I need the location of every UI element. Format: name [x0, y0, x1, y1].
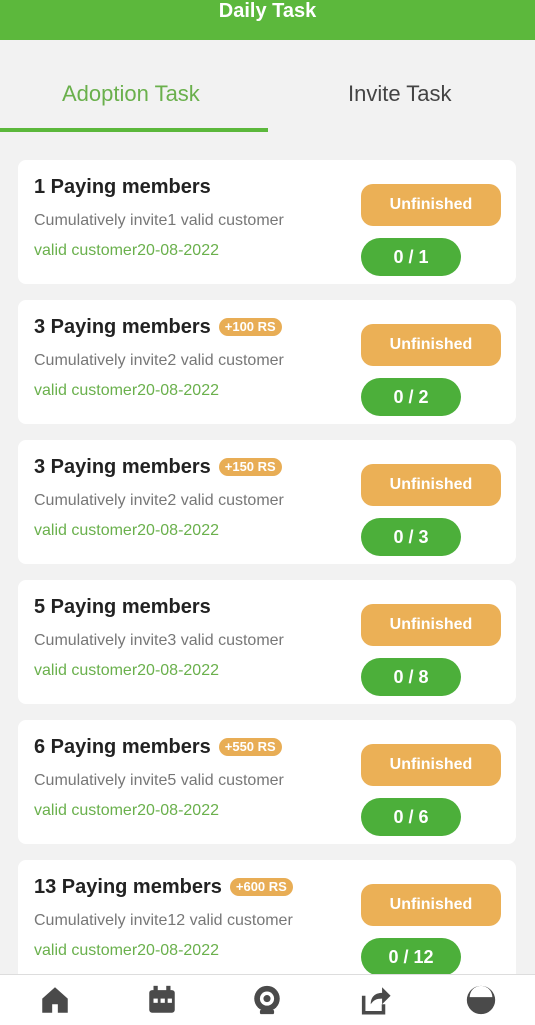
status-button[interactable]: Unfinished: [361, 744, 501, 786]
progress-badge: 0 / 3: [361, 518, 461, 556]
task-date: valid customer20-08-2022: [34, 242, 219, 259]
page-title: Daily Task: [218, 0, 317, 22]
task-description: Cumulatively invite1 valid customer: [34, 212, 284, 229]
task-date: valid customer20-08-2022: [34, 942, 219, 959]
bonus-badge: +100 RS: [218, 318, 282, 336]
task-description: Cumulatively invite2 valid customer: [34, 492, 284, 509]
camera-icon: [254, 985, 280, 1015]
task-description: Cumulatively invite2 valid customer: [34, 352, 284, 369]
task-description: Cumulatively invite12 valid customer: [34, 912, 293, 929]
task-name: 13 Paying members +600 RS: [34, 876, 293, 899]
nav-share[interactable]: [358, 983, 392, 1017]
progress-badge: 0 / 1: [361, 238, 461, 276]
task-name: 3 Paying members +100 RS: [34, 316, 282, 339]
task-name: 6 Paying members +550 RS: [34, 736, 282, 759]
progress-badge: 0 / 12: [361, 938, 461, 976]
task-tabs: Adoption Task Invite Task: [0, 40, 535, 135]
task-description: Cumulatively invite3 valid customer: [34, 632, 284, 649]
task-name: 3 Paying members +150 RS: [34, 456, 282, 479]
nav-calendar[interactable]: [145, 983, 179, 1017]
task-card: 3 Paying members +100 RS Cumulatively inv…: [18, 300, 516, 424]
status-button[interactable]: Unfinished: [361, 464, 501, 506]
task-name: 5 Paying members: [34, 596, 211, 619]
active-tab-indicator: [0, 128, 268, 132]
nav-home[interactable]: [38, 983, 72, 1017]
home-icon: [42, 987, 68, 1013]
task-date: valid customer20-08-2022: [34, 382, 219, 399]
status-button[interactable]: Unfinished: [361, 884, 501, 926]
status-button[interactable]: Unfinished: [361, 184, 501, 226]
task-name: 1 Paying members: [34, 176, 211, 199]
app-header: Daily Task: [0, 0, 535, 40]
profile-icon: [466, 985, 496, 1015]
progress-badge: 0 / 6: [361, 798, 461, 836]
task-name-text: 1 Paying members: [34, 176, 211, 198]
task-card: 1 Paying members Cumulatively invite1 va…: [18, 160, 516, 284]
status-button[interactable]: Unfinished: [361, 604, 501, 646]
status-button[interactable]: Unfinished: [361, 324, 501, 366]
nav-camera[interactable]: [250, 983, 284, 1017]
task-date: valid customer20-08-2022: [34, 522, 219, 539]
nav-profile[interactable]: [464, 983, 498, 1017]
task-date: valid customer20-08-2022: [34, 662, 219, 679]
task-name-text: 6 Paying members: [34, 736, 211, 758]
share-icon: [361, 987, 391, 1015]
task-card: 13 Paying members +600 RS Cumulatively in…: [18, 860, 516, 984]
task-name-text: 3 Paying members: [34, 456, 211, 478]
task-card: 3 Paying members +150 RS Cumulatively inv…: [18, 440, 516, 564]
task-name-text: 5 Paying members: [34, 596, 211, 618]
bonus-badge: +150 RS: [218, 458, 282, 476]
bonus-badge: +600 RS: [229, 878, 293, 896]
progress-badge: 0 / 8: [361, 658, 461, 696]
task-card: 5 Paying members Cumulatively invite3 va…: [18, 580, 516, 704]
task-name-text: 3 Paying members: [34, 316, 211, 338]
task-description: Cumulatively invite5 valid customer: [34, 772, 284, 789]
bonus-badge: +550 RS: [218, 738, 282, 756]
task-date: valid customer20-08-2022: [34, 802, 219, 819]
tab-adoption-task[interactable]: Adoption Task: [62, 80, 200, 108]
bottom-navigation: [0, 974, 535, 1025]
progress-badge: 0 / 2: [361, 378, 461, 416]
tab-invite-task[interactable]: Invite Task: [348, 80, 452, 108]
calendar-icon: [149, 985, 175, 1013]
task-name-text: 13 Paying members: [34, 876, 222, 898]
task-card: 6 Paying members +550 RS Cumulatively inv…: [18, 720, 516, 844]
